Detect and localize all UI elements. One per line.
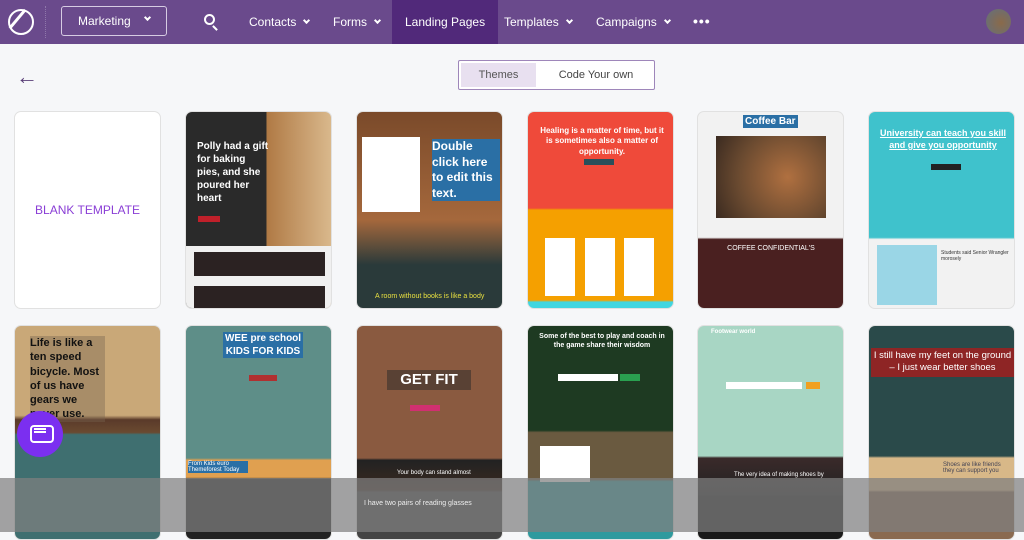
card-button (410, 405, 440, 411)
card-title: Footwear world (711, 329, 756, 335)
template-card[interactable]: Double click here to edit this text. A r… (356, 111, 503, 309)
card-button (584, 159, 614, 165)
chevron-down-icon (663, 16, 671, 25)
bottom-fade-overlay (0, 478, 1024, 532)
chevron-down-icon (373, 16, 382, 25)
nav-contacts[interactable]: Contacts (249, 0, 311, 44)
nav-campaigns[interactable]: Campaigns (596, 0, 671, 44)
template-card-blank[interactable]: BLANK TEMPLATE (14, 111, 161, 309)
search-icon[interactable] (204, 14, 215, 25)
card-button (931, 164, 961, 170)
nav-forms[interactable]: Forms (333, 0, 382, 44)
card-button (198, 216, 220, 222)
card-title: GET FIT (387, 370, 471, 390)
back-arrow-icon[interactable]: ← (16, 64, 38, 90)
card-search-input (726, 382, 802, 389)
tab-themes[interactable]: Themes (461, 63, 536, 87)
card-section (585, 238, 615, 296)
card-subtitle: Students said Senior Wrangler morosely (941, 250, 1009, 262)
card-subtitle: A room without books is like a body (375, 293, 485, 300)
template-card[interactable]: Polly had a gift for baking pies, and sh… (185, 111, 332, 309)
card-title: Healing is a matter of time, but it is s… (540, 126, 664, 156)
card-subtitle: Your body can stand almost (397, 470, 471, 476)
nav-templates[interactable]: Templates (504, 0, 573, 44)
card-title: Coffee Bar (743, 115, 798, 128)
card-section (194, 286, 325, 308)
card-button (620, 374, 640, 381)
card-section (194, 252, 325, 276)
card-email-input (558, 374, 618, 381)
template-card[interactable]: Coffee Bar COFFEE CONFIDENTIAL'S (697, 111, 844, 309)
card-subtitle: COFFEE CONFIDENTIAL'S (727, 245, 815, 252)
card-title: Some of the best to play and coach in th… (539, 333, 665, 350)
top-nav: Marketing Contacts Forms Landing Pages T… (0, 0, 1024, 44)
card-form (362, 137, 420, 212)
card-title: BLANK TEMPLATE (35, 203, 140, 217)
chevron-down-icon (565, 16, 573, 25)
card-title: WEE pre school KIDS FOR KIDS (223, 332, 303, 358)
card-title: I still have my feet on the ground – I j… (871, 348, 1014, 377)
card-section (545, 238, 575, 296)
workspace-label: Marketing (78, 14, 131, 28)
more-icon[interactable]: ••• (693, 13, 711, 29)
card-title: University can teach you skill and give … (879, 128, 1007, 150)
nav-label: Landing Pages (405, 15, 486, 29)
card-button (249, 375, 277, 381)
card-title: Life is like a ten speed bicycle. Most o… (30, 336, 105, 422)
nav-label: Forms (333, 15, 367, 29)
card-form (540, 446, 590, 482)
card-button (806, 382, 820, 389)
nav-label: Contacts (249, 15, 297, 29)
nav-label: Templates (504, 15, 559, 29)
card-image (716, 136, 826, 218)
card-subtitle: Shoes are like friends they can support … (943, 462, 1001, 474)
card-title: Double click here to edit this text. (432, 139, 500, 202)
nav-label: Campaigns (596, 15, 657, 29)
card-subtitle: From Kids euro Themeforest Today (188, 461, 248, 473)
card-subtitle: I have two pairs of reading glasses (364, 500, 472, 507)
avatar[interactable] (986, 9, 1011, 34)
chevron-down-icon (303, 16, 311, 25)
template-card[interactable]: Healing is a matter of time, but it is s… (527, 111, 674, 309)
divider (45, 6, 46, 38)
card-title: Polly had a gift for baking pies, and sh… (197, 141, 269, 204)
template-card[interactable]: University can teach you skill and give … (868, 111, 1015, 309)
card-section (624, 238, 654, 296)
template-source-toggle: Themes Code Your own (458, 60, 655, 90)
nav-landing-pages[interactable]: Landing Pages (392, 0, 499, 44)
chat-bubble-icon[interactable] (17, 411, 63, 457)
card-image (877, 245, 937, 305)
workspace-dropdown[interactable]: Marketing (61, 6, 167, 36)
tab-code-your-own[interactable]: Code Your own (538, 61, 654, 89)
app-logo-icon[interactable] (8, 9, 34, 35)
chevron-down-icon (143, 13, 152, 22)
